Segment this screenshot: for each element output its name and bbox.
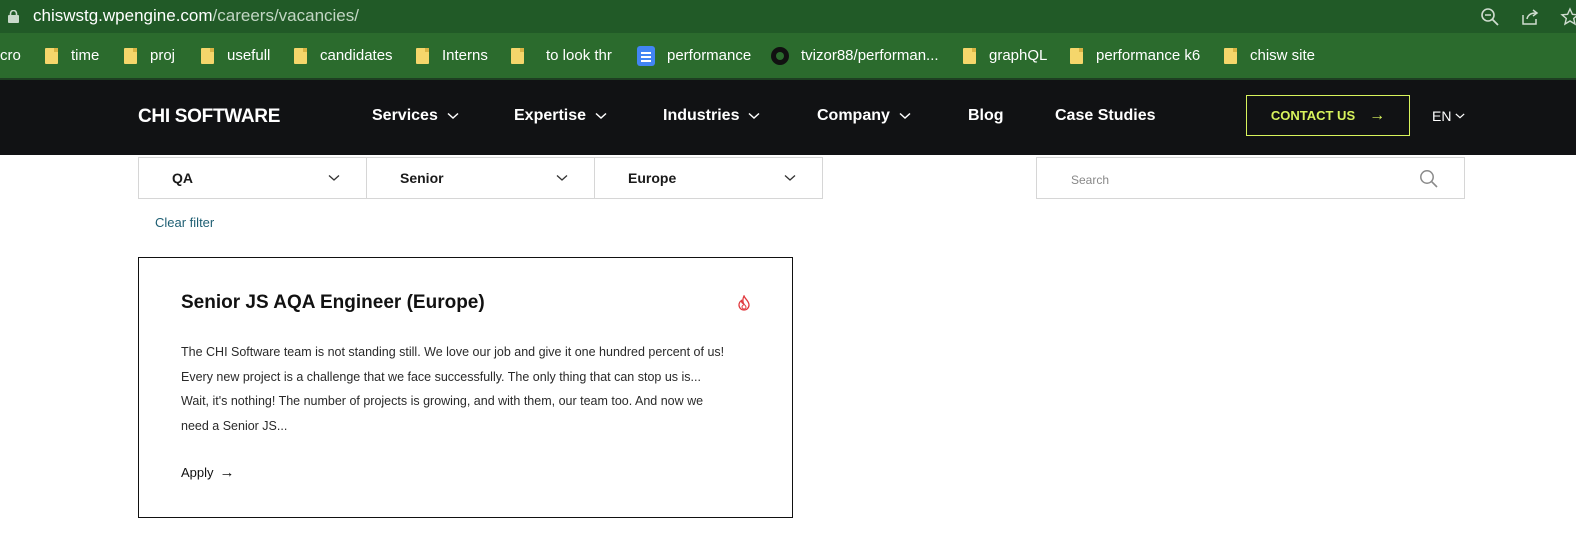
bookmark-label: usefull <box>227 47 271 64</box>
folder-icon <box>45 47 58 64</box>
bookmark-performance[interactable]: performance <box>637 33 751 78</box>
vacancy-card[interactable]: Senior JS AQA Engineer (Europe) The CHI … <box>138 257 793 518</box>
bookmark-label: candidates <box>320 47 393 64</box>
folder-icon <box>1070 47 1083 64</box>
search-icon[interactable] <box>1419 169 1439 189</box>
arrow-right-icon: → <box>1369 106 1386 124</box>
vacancy-description: The CHI Software team is not standing st… <box>181 340 761 438</box>
share-icon[interactable] <box>1520 7 1540 27</box>
bookmark-performance-k6[interactable]: performance k6 <box>1070 33 1200 78</box>
filter-value: Europe <box>628 170 677 186</box>
description-line: The CHI Software team is not standing st… <box>181 345 725 359</box>
github-icon <box>771 46 789 65</box>
vacancy-title[interactable]: Senior JS AQA Engineer (Europe) <box>181 292 485 314</box>
nav-services[interactable]: Services <box>372 107 459 125</box>
bookmark-cro[interactable]: cro <box>0 33 21 78</box>
folder-icon <box>511 47 524 64</box>
browser-url-bar: chiswstg.wpengine.com/careers/vacancies/ <box>0 0 1576 33</box>
apply-link[interactable]: Apply → <box>181 464 235 481</box>
filter-value: Senior <box>400 170 444 186</box>
nav-expertise[interactable]: Expertise <box>514 107 607 125</box>
clear-filter-link[interactable]: Clear filter <box>155 215 214 230</box>
search-input[interactable] <box>1069 168 1393 192</box>
nav-company[interactable]: Company <box>817 107 911 125</box>
nav-label: Expertise <box>514 107 587 124</box>
nav-blog[interactable]: Blog <box>968 107 1004 125</box>
bookmark-to-look-thr[interactable]: to look thr <box>511 33 612 78</box>
description-line: Every new project is a challenge that we… <box>181 369 701 384</box>
lock-icon <box>8 10 19 23</box>
bookmark-label: Interns <box>442 47 488 64</box>
bookmark-label: to look thr <box>546 47 612 64</box>
chevron-down-icon <box>748 112 760 120</box>
bookmark-graphql[interactable]: graphQL <box>963 33 1047 78</box>
chevron-down-icon <box>328 175 340 181</box>
apply-label: Apply <box>181 465 214 480</box>
nav-label: Industries <box>663 107 740 124</box>
chevron-down-icon <box>556 175 568 181</box>
location-filter-select[interactable]: Europe <box>594 157 823 199</box>
nav-case-studies[interactable]: Case Studies <box>1055 107 1155 125</box>
description-line: need a Senior JS... <box>181 418 288 433</box>
nav-label: Services <box>372 107 438 124</box>
site-header: CHI SOFTWARE Services Expertise Industri… <box>0 80 1576 155</box>
nav-label: Company <box>817 107 890 124</box>
bookmark-label: proj <box>150 47 176 64</box>
bookmark-label: time <box>71 47 100 64</box>
bookmark-proj[interactable]: proj <box>124 33 175 78</box>
flame-icon <box>738 295 750 311</box>
bookmark-usefull[interactable]: usefull <box>201 33 270 78</box>
bookmark-label: cro <box>0 47 21 64</box>
folder-icon <box>1224 47 1237 64</box>
star-icon[interactable] <box>1560 7 1576 27</box>
bookmark-interns[interactable]: Interns <box>416 33 488 78</box>
chevron-down-icon <box>899 112 911 120</box>
level-filter-select[interactable]: Senior <box>366 157 595 199</box>
bookmark-candidates[interactable]: candidates <box>294 33 393 78</box>
folder-icon <box>416 47 429 64</box>
bookmark-tvizor88[interactable]: tvizor88/performan... <box>771 33 939 78</box>
chevron-down-icon <box>447 112 459 120</box>
zoom-icon[interactable] <box>1480 7 1500 27</box>
department-filter-select[interactable]: QA <box>138 157 367 199</box>
chevron-down-icon <box>784 175 796 181</box>
vacancy-search-box <box>1036 157 1465 199</box>
google-docs-icon <box>637 45 655 66</box>
nav-label: Case Studies <box>1055 107 1156 124</box>
bookmark-label: graphQL <box>989 47 1048 64</box>
url-host: chiswstg.wpengine.com <box>33 6 213 25</box>
bookmark-time[interactable]: time <box>45 33 99 78</box>
nav-label: Blog <box>968 107 1004 124</box>
bookmark-label: performance <box>667 47 752 64</box>
url-path: /careers/vacancies/ <box>212 6 359 25</box>
folder-icon <box>124 47 137 64</box>
folder-icon <box>201 47 214 64</box>
bookmark-label: performance k6 <box>1096 47 1201 64</box>
bookmark-label: tvizor88/performan... <box>801 47 939 64</box>
folder-icon <box>294 47 307 64</box>
chevron-down-icon <box>595 112 607 120</box>
description-line: Wait, it's nothing! The number of projec… <box>181 394 704 409</box>
filter-value: QA <box>172 170 193 186</box>
arrow-right-icon: → <box>219 464 235 481</box>
address-field[interactable]: chiswstg.wpengine.com/careers/vacancies/ <box>33 6 359 26</box>
language-selector[interactable]: EN <box>1432 108 1466 124</box>
bookmarks-bar: cro time proj usefull candidates Interns… <box>0 33 1576 78</box>
bookmark-chisw-site[interactable]: chisw site <box>1224 33 1315 78</box>
language-label: EN <box>1432 108 1452 124</box>
chevron-down-icon <box>1455 113 1466 119</box>
bookmark-label: chisw site <box>1250 47 1316 64</box>
contact-us-button[interactable]: CONTACT US → <box>1246 95 1410 136</box>
contact-label: CONTACT US <box>1270 108 1356 123</box>
nav-industries[interactable]: Industries <box>663 107 760 125</box>
site-logo[interactable]: CHI SOFTWARE <box>138 106 280 128</box>
folder-icon <box>963 47 976 64</box>
